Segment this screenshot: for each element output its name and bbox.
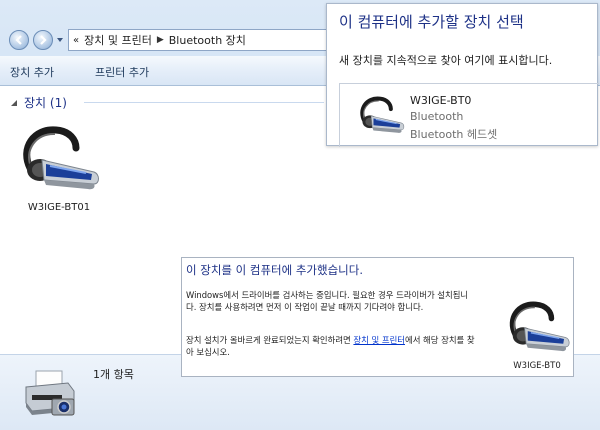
dialog-description: 새 장치를 지속적으로 찾아 여기에 표시합니다. (339, 54, 553, 67)
folder-overflow-icon[interactable]: « (73, 35, 79, 46)
history-dropdown-icon[interactable] (56, 36, 64, 44)
add-printer-button[interactable]: 프린터 추가 (95, 64, 149, 80)
breadcrumb-devices-printers[interactable]: 장치 및 프린터 (84, 32, 152, 48)
group-divider (84, 102, 324, 103)
notification-text-pre: 장치 설치가 올바르게 완료되었는지 확인하려면 (186, 335, 354, 345)
printer-camera-icon (25, 370, 75, 416)
bluetooth-headset-icon (356, 94, 406, 138)
group-header[interactable]: 장치 (1) (10, 94, 67, 111)
discovered-device-subtype: Bluetooth 헤드셋 (410, 128, 498, 141)
add-device-dialog: 이 컴퓨터에 추가할 장치 선택 새 장치를 지속적으로 찾아 여기에 표시합니… (326, 3, 599, 147)
notification-title: 이 장치를 이 컴퓨터에 추가했습니다. (186, 263, 363, 277)
discovered-device-tile[interactable]: W3IGE-BT0 Bluetooth Bluetooth 헤드셋 (339, 83, 599, 147)
collapse-triangle-icon[interactable] (10, 99, 18, 107)
device-item[interactable]: W3IGE-BT01 (16, 122, 102, 222)
back-button[interactable] (9, 30, 29, 50)
breadcrumb-separator-icon[interactable]: ▶ (157, 35, 164, 45)
discovered-device-type: Bluetooth (410, 110, 464, 123)
notification-body-verify: 장치 설치가 올바르게 완료되었는지 확인하려면 장치 및 프린터에서 해당 장… (186, 334, 476, 358)
device-label: W3IGE-BT01 (27, 202, 91, 213)
discovered-device-name: W3IGE-BT0 (410, 94, 472, 107)
group-title: 장치 (1) (24, 96, 67, 110)
arrow-left-icon (15, 35, 22, 45)
notification-body-driver: Windows에서 드라이버를 검사하는 중입니다. 필요한 경우 드라이버가 … (186, 290, 469, 312)
dialog-title: 이 컴퓨터에 추가할 장치 선택 (339, 13, 524, 31)
device-added-notification: 이 장치를 이 컴퓨터에 추가했습니다. Windows에서 드라이버를 검사하… (181, 257, 574, 377)
bluetooth-headset-icon (16, 122, 102, 198)
add-device-button[interactable]: 장치 추가 (10, 64, 54, 80)
breadcrumb-bluetooth-devices[interactable]: Bluetooth 장치 (169, 32, 246, 48)
address-bar[interactable]: « 장치 및 프린터 ▶ Bluetooth 장치 (68, 29, 330, 51)
item-count: 1개 항목 (93, 368, 134, 381)
bluetooth-headset-icon (504, 298, 572, 358)
devices-printers-link[interactable]: 장치 및 프린터 (353, 335, 405, 345)
arrow-right-icon (40, 35, 47, 45)
notification-device-name: W3IGE-BT0 (513, 361, 561, 371)
forward-button[interactable] (33, 30, 53, 50)
